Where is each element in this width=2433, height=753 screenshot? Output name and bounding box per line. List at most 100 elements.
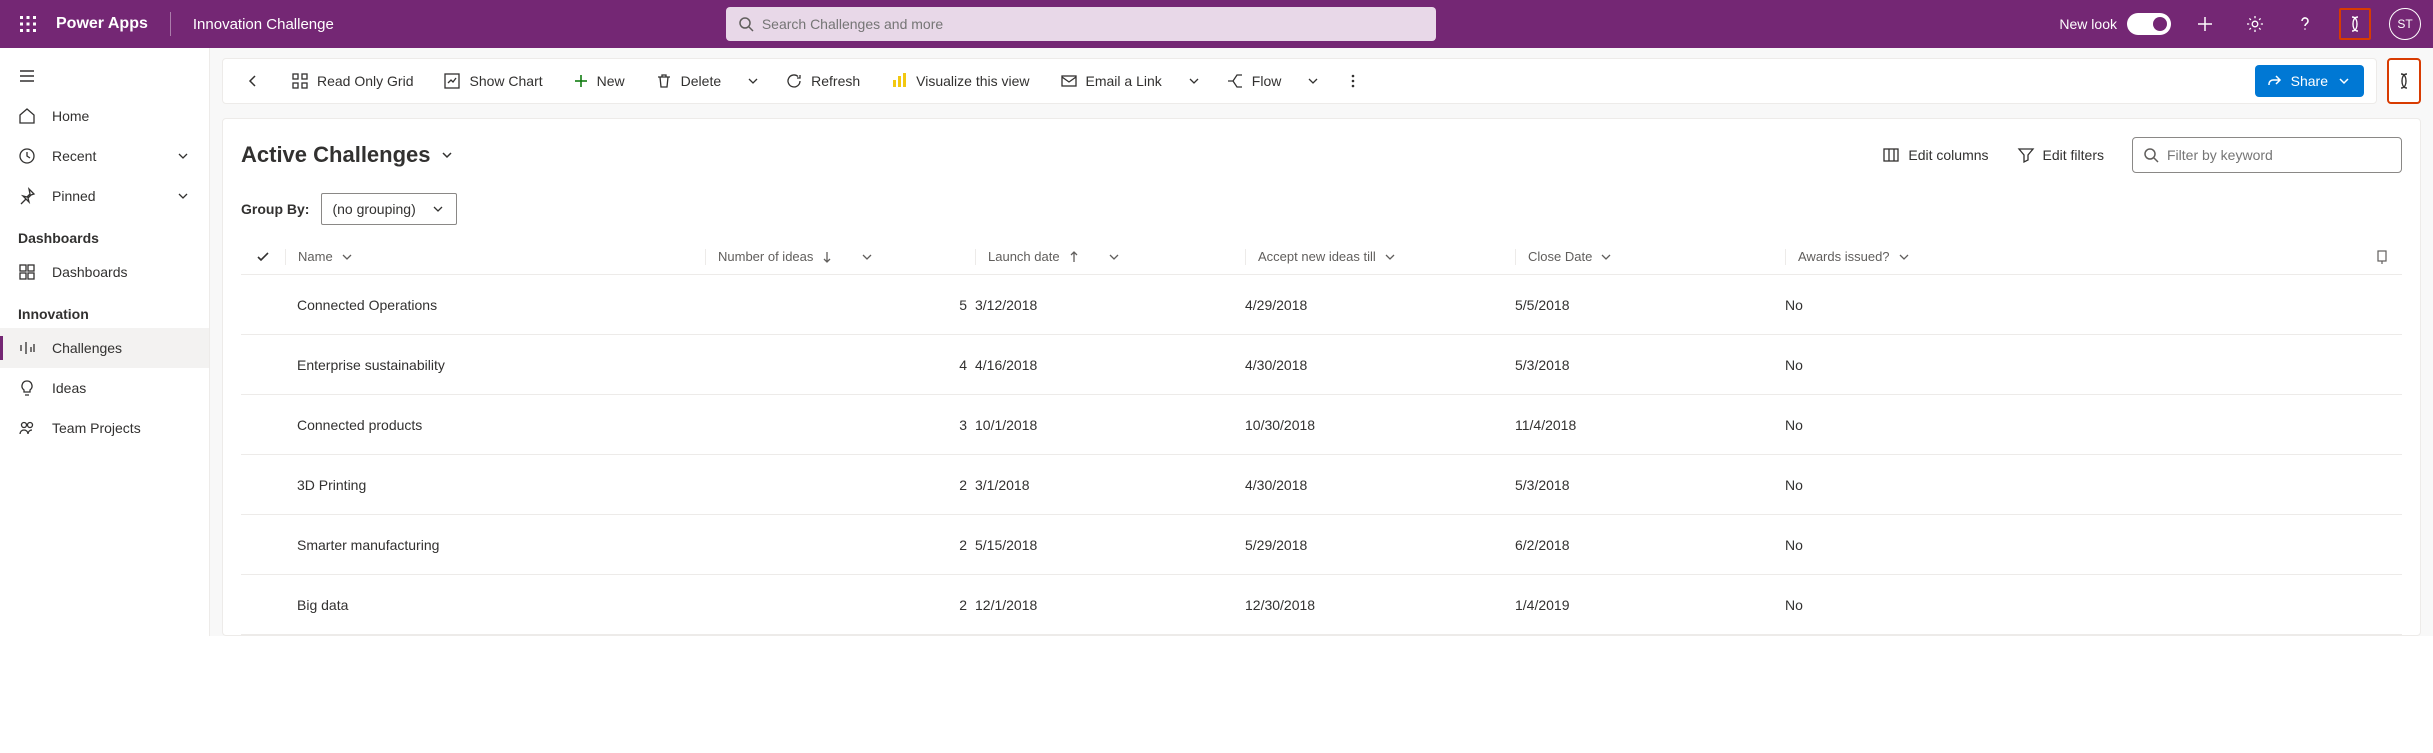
table-row[interactable]: Connected Operations53/12/20184/29/20185… — [241, 275, 2402, 335]
sidebar-item-team-projects[interactable]: Team Projects — [0, 408, 209, 448]
settings-button[interactable] — [2239, 8, 2271, 40]
search-input[interactable] — [762, 16, 1424, 32]
new-look-toggle[interactable]: New look — [2059, 13, 2171, 35]
read-only-grid-button[interactable]: Read Only Grid — [277, 63, 427, 99]
waffle-icon[interactable] — [12, 8, 44, 40]
cell-ideas[interactable]: 2 — [705, 537, 975, 553]
cell-close[interactable]: 5/3/2018 — [1515, 477, 1785, 493]
sort-asc-icon — [1066, 249, 1082, 265]
global-search[interactable] — [726, 7, 1436, 41]
copilot-panel-button[interactable] — [2387, 58, 2421, 104]
share-icon — [2267, 73, 2283, 89]
sidebar-item-challenges[interactable]: Challenges — [0, 328, 209, 368]
dashboard-icon — [18, 263, 36, 281]
divider — [170, 12, 171, 36]
refresh-button[interactable]: Refresh — [771, 63, 874, 99]
cell-accept[interactable]: 4/29/2018 — [1245, 297, 1515, 313]
lightbulb-icon — [18, 379, 36, 397]
cell-launch[interactable]: 10/1/2018 — [975, 417, 1245, 433]
cell-accept[interactable]: 4/30/2018 — [1245, 477, 1515, 493]
select-all-checkbox[interactable] — [241, 249, 285, 265]
cell-accept[interactable]: 12/30/2018 — [1245, 597, 1515, 613]
column-header-awards[interactable]: Awards issued? — [1785, 249, 2362, 265]
column-header-launch[interactable]: Launch date — [975, 249, 1245, 265]
chevron-down-icon — [2336, 73, 2352, 89]
hamburger-icon[interactable] — [0, 56, 209, 96]
sidebar-item-recent[interactable]: Recent — [0, 136, 209, 176]
back-button[interactable] — [231, 63, 275, 99]
column-header-name[interactable]: Name — [285, 249, 705, 265]
sort-desc-icon — [819, 249, 835, 265]
table-row[interactable]: Enterprise sustainability44/16/20184/30/… — [241, 335, 2402, 395]
cell-awards[interactable]: No — [1785, 297, 2402, 313]
table-row[interactable]: Big data212/1/201812/30/20181/4/2019No — [241, 575, 2402, 635]
email-split-chevron[interactable] — [1178, 63, 1210, 99]
sidebar-item-pinned[interactable]: Pinned — [0, 176, 209, 216]
cell-launch[interactable]: 5/15/2018 — [975, 537, 1245, 553]
delete-split-chevron[interactable] — [737, 63, 769, 99]
pin-column-icon[interactable] — [2362, 249, 2402, 265]
column-header-accept[interactable]: Accept new ideas till — [1245, 249, 1515, 265]
sidebar-item-dashboards[interactable]: Dashboards — [0, 252, 209, 292]
cell-awards[interactable]: No — [1785, 417, 2402, 433]
column-header-ideas[interactable]: Number of ideas — [705, 249, 975, 265]
cell-awards[interactable]: No — [1785, 537, 2402, 553]
cell-close[interactable]: 1/4/2019 — [1515, 597, 1785, 613]
table-row[interactable]: Connected products310/1/201810/30/201811… — [241, 395, 2402, 455]
groupby-select[interactable]: (no grouping) — [321, 193, 456, 225]
cell-name[interactable]: Connected Operations — [285, 297, 705, 313]
cell-ideas[interactable]: 5 — [705, 297, 975, 313]
cell-launch[interactable]: 3/12/2018 — [975, 297, 1245, 313]
sidebar-item-home[interactable]: Home — [0, 96, 209, 136]
avatar[interactable]: ST — [2389, 8, 2421, 40]
edit-filters-button[interactable]: Edit filters — [2017, 146, 2104, 164]
filter-input[interactable] — [2167, 147, 2391, 163]
cell-name[interactable]: Connected products — [285, 417, 705, 433]
column-header-close[interactable]: Close Date — [1515, 249, 1785, 265]
add-button[interactable] — [2189, 8, 2221, 40]
cell-close[interactable]: 11/4/2018 — [1515, 417, 1785, 433]
cell-launch[interactable]: 12/1/2018 — [975, 597, 1245, 613]
cell-awards[interactable]: No — [1785, 357, 2402, 373]
chevron-down-icon — [1305, 73, 1321, 89]
share-button[interactable]: Share — [2255, 65, 2364, 97]
filter-input-wrap[interactable] — [2132, 137, 2402, 173]
help-button[interactable] — [2289, 8, 2321, 40]
cell-name[interactable]: Enterprise sustainability — [285, 357, 705, 373]
cell-awards[interactable]: No — [1785, 477, 2402, 493]
show-chart-button[interactable]: Show Chart — [429, 63, 556, 99]
cell-ideas[interactable]: 3 — [705, 417, 975, 433]
copilot-header-button[interactable] — [2339, 8, 2371, 40]
cell-name[interactable]: 3D Printing — [285, 477, 705, 493]
table-row[interactable]: 3D Printing23/1/20184/30/20185/3/2018No — [241, 455, 2402, 515]
view-selector[interactable]: Active Challenges — [241, 142, 455, 168]
sidebar-item-ideas[interactable]: Ideas — [0, 368, 209, 408]
flow-split-chevron[interactable] — [1297, 63, 1329, 99]
app-title[interactable]: Innovation Challenge — [183, 16, 334, 33]
cell-ideas[interactable]: 4 — [705, 357, 975, 373]
app-name[interactable]: Power Apps — [56, 15, 158, 33]
cell-name[interactable]: Smarter manufacturing — [285, 537, 705, 553]
edit-columns-button[interactable]: Edit columns — [1882, 146, 1988, 164]
table-row[interactable]: Smarter manufacturing25/15/20185/29/2018… — [241, 515, 2402, 575]
cell-accept[interactable]: 5/29/2018 — [1245, 537, 1515, 553]
cell-ideas[interactable]: 2 — [705, 477, 975, 493]
flow-button[interactable]: Flow — [1212, 63, 1296, 99]
cell-close[interactable]: 6/2/2018 — [1515, 537, 1785, 553]
overflow-button[interactable] — [1331, 63, 1375, 99]
cell-close[interactable]: 5/3/2018 — [1515, 357, 1785, 373]
check-icon — [255, 249, 271, 265]
delete-button[interactable]: Delete — [641, 63, 735, 99]
cell-accept[interactable]: 10/30/2018 — [1245, 417, 1515, 433]
cell-launch[interactable]: 3/1/2018 — [975, 477, 1245, 493]
cell-awards[interactable]: No — [1785, 597, 2402, 613]
cell-accept[interactable]: 4/30/2018 — [1245, 357, 1515, 373]
cell-close[interactable]: 5/5/2018 — [1515, 297, 1785, 313]
cell-name[interactable]: Big data — [285, 597, 705, 613]
email-link-button[interactable]: Email a Link — [1046, 63, 1176, 99]
cell-launch[interactable]: 4/16/2018 — [975, 357, 1245, 373]
visualize-button[interactable]: Visualize this view — [876, 63, 1043, 99]
cell-ideas[interactable]: 2 — [705, 597, 975, 613]
new-button[interactable]: New — [559, 63, 639, 99]
more-icon — [1345, 73, 1361, 89]
